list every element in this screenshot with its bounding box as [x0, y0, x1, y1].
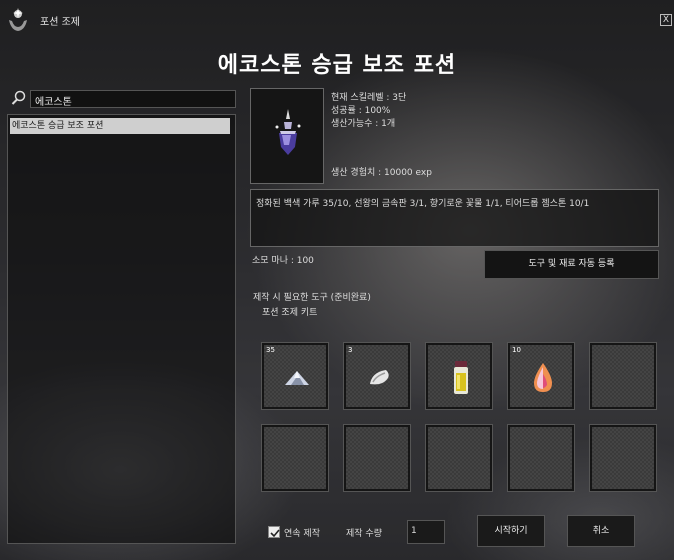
- tools-label: 제작 시 필요한 도구 (준비완료): [253, 293, 371, 303]
- material-slot-8[interactable]: [425, 424, 493, 492]
- window-title: 포션 조제: [40, 17, 80, 28]
- recipe-list-item[interactable]: 에코스톤 승급 보조 포션: [10, 118, 230, 134]
- continuous-checkbox[interactable]: [268, 526, 280, 538]
- white-powder-icon: [285, 371, 309, 385]
- material-slot-5[interactable]: [589, 342, 657, 410]
- tool-item: 포션 조제 키트: [262, 308, 318, 318]
- skill-level: 현재 스킬레벨 : 3단: [331, 93, 407, 103]
- material-slot-4[interactable]: 10: [507, 342, 575, 410]
- cancel-button[interactable]: 취소: [567, 515, 635, 547]
- quantity-input[interactable]: 1: [407, 520, 445, 544]
- production-exp: 생산 경험치 : 10000 exp: [331, 168, 432, 178]
- auto-register-button[interactable]: 도구 및 재료 자동 등록: [484, 250, 659, 279]
- material-slot-2[interactable]: 3: [343, 342, 411, 410]
- recipe-list: 에코스톤 승급 보조 포션: [7, 114, 236, 544]
- flower-water-bottle-icon: [454, 361, 468, 394]
- mana-cost: 소모 마나 : 100: [252, 256, 314, 266]
- material-slot-6[interactable]: [261, 424, 329, 492]
- slot-count: 3: [348, 346, 353, 354]
- close-button[interactable]: X: [660, 14, 672, 26]
- potion-craft-icon: [4, 6, 32, 34]
- search-icon[interactable]: [11, 90, 27, 106]
- continuous-label: 연속 제작: [284, 529, 320, 539]
- checkmark-icon: [270, 529, 280, 538]
- metal-plate-icon: [370, 370, 389, 385]
- crystal-potion-icon: [275, 109, 301, 155]
- materials-description: 정화된 백색 가루 35/10, 선왕의 금속판 3/1, 향기로운 꽃물 1/…: [250, 189, 659, 247]
- search-input[interactable]: 에코스톤: [30, 90, 236, 108]
- producible-count: 생산가능수 : 1개: [331, 119, 396, 129]
- item-image: [250, 88, 324, 184]
- material-slot-10[interactable]: [589, 424, 657, 492]
- title-bar: 포션 조제 X: [0, 0, 674, 38]
- page-title: 에코스톤 승급 보조 포션: [217, 53, 457, 78]
- material-slot-7[interactable]: [343, 424, 411, 492]
- material-slot-1[interactable]: 35: [261, 342, 329, 410]
- material-slot-3[interactable]: [425, 342, 493, 410]
- teardrop-gemstone-icon: [534, 363, 552, 392]
- quantity-label: 제작 수량: [346, 529, 382, 539]
- material-slot-9[interactable]: [507, 424, 575, 492]
- start-button[interactable]: 시작하기: [477, 515, 545, 547]
- slot-count: 35: [266, 346, 275, 354]
- slot-count: 10: [512, 346, 521, 354]
- success-rate: 성공률 : 100%: [331, 106, 391, 116]
